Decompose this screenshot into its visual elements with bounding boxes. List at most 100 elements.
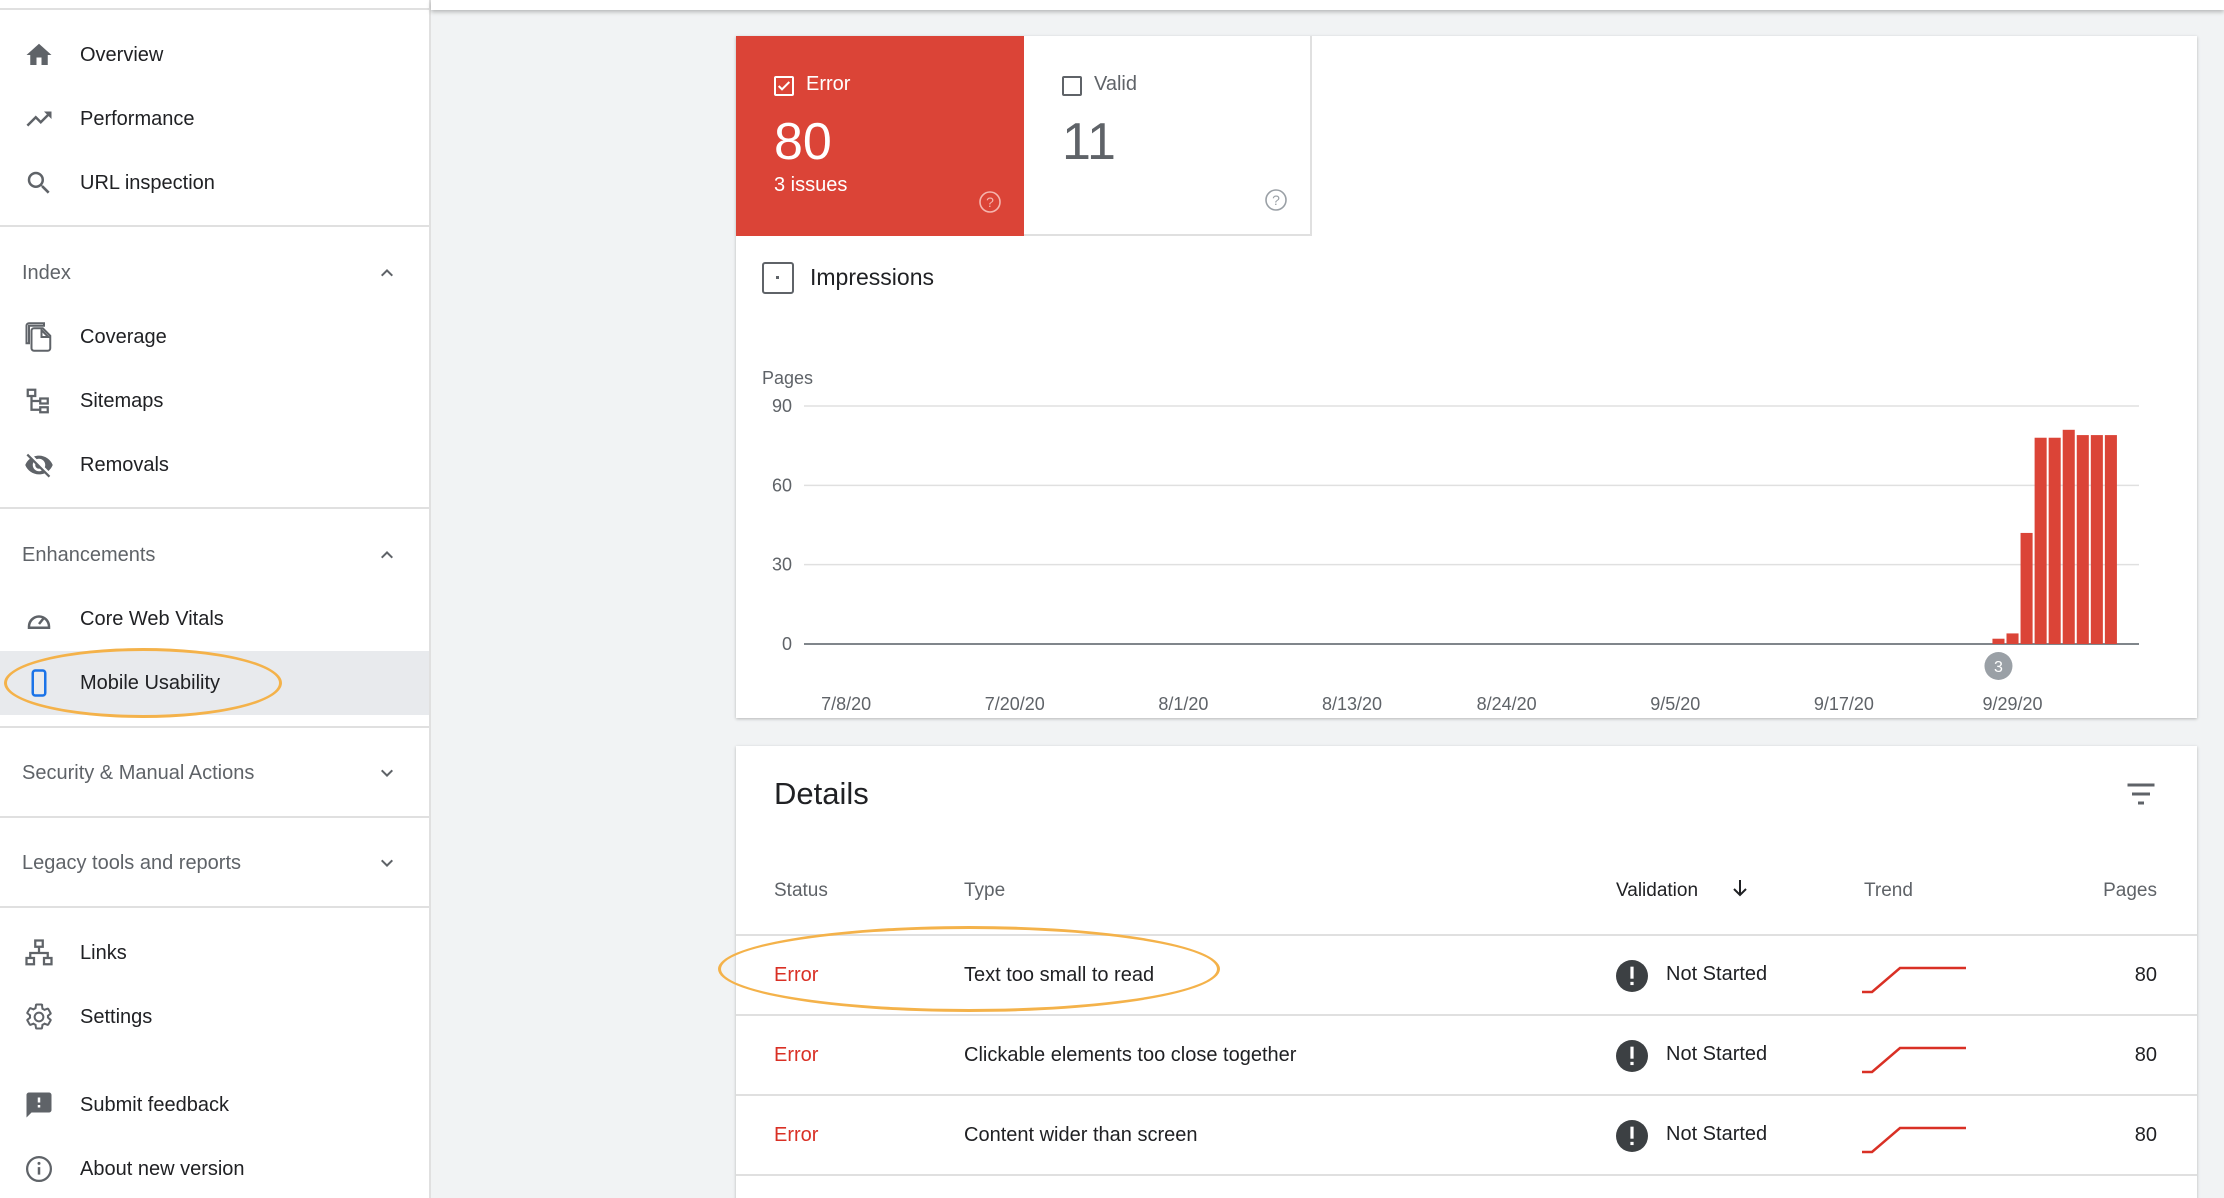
checkbox-dot-icon	[776, 276, 779, 279]
table-row[interactable]: Error Content wider than screen Not Star…	[736, 1096, 2197, 1176]
row-pages: 80	[2134, 1124, 2157, 1146]
x-tick-label: 9/5/20	[1650, 694, 1700, 714]
trend-sparkline	[1862, 966, 1966, 994]
bar	[2104, 435, 2117, 644]
section-title: Security & Manual Actions	[22, 761, 255, 784]
sidebar-item-label: Sitemaps	[80, 389, 164, 412]
column-trend: Trend	[1864, 880, 1913, 901]
svg-text:?: ?	[1272, 192, 1280, 208]
bar	[2062, 429, 2075, 644]
file-copy-icon	[22, 320, 56, 354]
search-icon	[22, 166, 56, 200]
filter-icon[interactable]	[2123, 776, 2159, 812]
gear-icon	[22, 1000, 56, 1034]
top-bar	[431, 0, 2224, 10]
section-title: Legacy tools and reports	[22, 851, 242, 874]
chevron-down-icon	[381, 769, 393, 777]
error-issues: 3 issues	[774, 174, 848, 196]
x-tick-label: 9/29/20	[1982, 694, 2042, 714]
sidebar-item-label: Links	[80, 941, 127, 964]
help-icon[interactable]: ?	[1264, 188, 1288, 212]
column-type[interactable]: Type	[964, 880, 1005, 902]
error-tile[interactable]: Error 80 3 issues ?	[736, 36, 1024, 236]
valid-label: Valid	[1094, 73, 1137, 95]
smartphone-icon	[22, 666, 56, 700]
x-tick-label: 9/17/20	[1814, 694, 1874, 714]
help-icon[interactable]: ?	[978, 190, 1002, 214]
sidebar-item-label: Submit feedback	[80, 1093, 229, 1116]
y-tick-label: 90	[772, 396, 792, 416]
trend-sparkline	[1862, 1126, 1966, 1154]
divider	[0, 8, 429, 10]
trending-up-icon	[22, 102, 56, 136]
checkbox-unchecked-icon	[1062, 76, 1082, 96]
row-validation: Not Started	[1666, 963, 1768, 985]
sidebar-item-submit-feedback[interactable]: Submit feedback	[0, 1073, 429, 1137]
section-title: Index	[22, 261, 71, 284]
chevron-up-icon	[381, 269, 393, 277]
x-tick-label: 7/8/20	[821, 694, 871, 714]
links-icon	[22, 936, 56, 970]
sidebar-item-mobile-usability[interactable]: Mobile Usability	[0, 651, 429, 715]
feedback-icon	[22, 1088, 56, 1122]
sidebar-item-label: Removals	[80, 453, 169, 476]
sidebar-item-core-web-vitals[interactable]: Core Web Vitals	[0, 587, 429, 651]
table-row[interactable]: Error Text too small to read Not Started…	[736, 936, 2197, 1016]
sidebar-item-label: Settings	[80, 1005, 153, 1028]
section-legacy-header[interactable]: Legacy tools and reports	[0, 831, 429, 895]
section-enhancements-header[interactable]: Enhancements	[0, 523, 429, 587]
exclamation-icon	[1616, 1040, 1648, 1072]
row-type: Clickable elements too close together	[964, 1044, 1297, 1066]
impressions-label: Impressions	[810, 264, 934, 290]
impressions-checkbox[interactable]	[762, 262, 794, 294]
exclamation-icon	[1616, 1120, 1648, 1152]
x-tick-label: 7/20/20	[985, 694, 1045, 714]
row-type: Content wider than screen	[964, 1124, 1198, 1146]
sidebar-item-performance[interactable]: Performance	[0, 87, 429, 151]
svg-text:?: ?	[986, 194, 994, 210]
bar	[2006, 633, 2019, 644]
x-tick-label: 8/1/20	[1158, 694, 1208, 714]
annotation-label: 3	[1994, 659, 2003, 676]
sidebar-item-links[interactable]: Links	[0, 921, 429, 985]
sidebar-item-overview[interactable]: Overview	[0, 23, 429, 87]
section-title: Enhancements	[22, 543, 156, 566]
sidebar-item-label: Coverage	[80, 325, 167, 348]
error-count: 80	[774, 113, 832, 171]
table-row[interactable]: Error Clickable elements too close toget…	[736, 1016, 2197, 1096]
valid-count: 11	[1062, 113, 1116, 171]
sitemap-icon	[22, 384, 56, 418]
row-pages: 80	[2134, 964, 2157, 986]
row-status: Error	[774, 964, 819, 986]
valid-tile[interactable]: Valid 11 ?	[1024, 36, 1312, 236]
column-pages[interactable]: Pages	[2103, 880, 2157, 902]
row-type: Text too small to read	[964, 964, 1155, 986]
column-validation[interactable]: Validation	[1616, 880, 1698, 902]
trend-sparkline	[1862, 1046, 1966, 1074]
section-index-header[interactable]: Index	[0, 241, 429, 305]
divider	[0, 726, 429, 728]
divider	[0, 225, 429, 227]
chevron-down-icon	[381, 859, 393, 867]
divider	[0, 906, 429, 908]
sidebar-item-removals[interactable]: Removals	[0, 433, 429, 497]
bar	[2076, 435, 2089, 644]
y-tick-label: 30	[772, 555, 792, 575]
sidebar-item-about-new-version[interactable]: About new version	[0, 1137, 429, 1198]
sidebar-item-settings[interactable]: Settings	[0, 985, 429, 1049]
sidebar-item-label: Mobile Usability	[80, 671, 221, 694]
x-tick-label: 8/24/20	[1477, 694, 1537, 714]
x-tick-label: 8/13/20	[1322, 694, 1382, 714]
info-icon	[22, 1152, 56, 1186]
divider	[0, 507, 429, 509]
sidebar-item-label: About new version	[80, 1157, 245, 1180]
row-status: Error	[774, 1044, 819, 1066]
section-security-header[interactable]: Security & Manual Actions	[0, 741, 429, 805]
row-validation: Not Started	[1666, 1123, 1768, 1145]
arrow-down-icon[interactable]	[1728, 876, 1752, 900]
sidebar-item-url-inspection[interactable]: URL inspection	[0, 151, 429, 215]
sidebar-item-coverage[interactable]: Coverage	[0, 305, 429, 369]
sidebar-item-label: Overview	[80, 43, 164, 66]
column-status[interactable]: Status	[774, 880, 828, 902]
sidebar-item-sitemaps[interactable]: Sitemaps	[0, 369, 429, 433]
